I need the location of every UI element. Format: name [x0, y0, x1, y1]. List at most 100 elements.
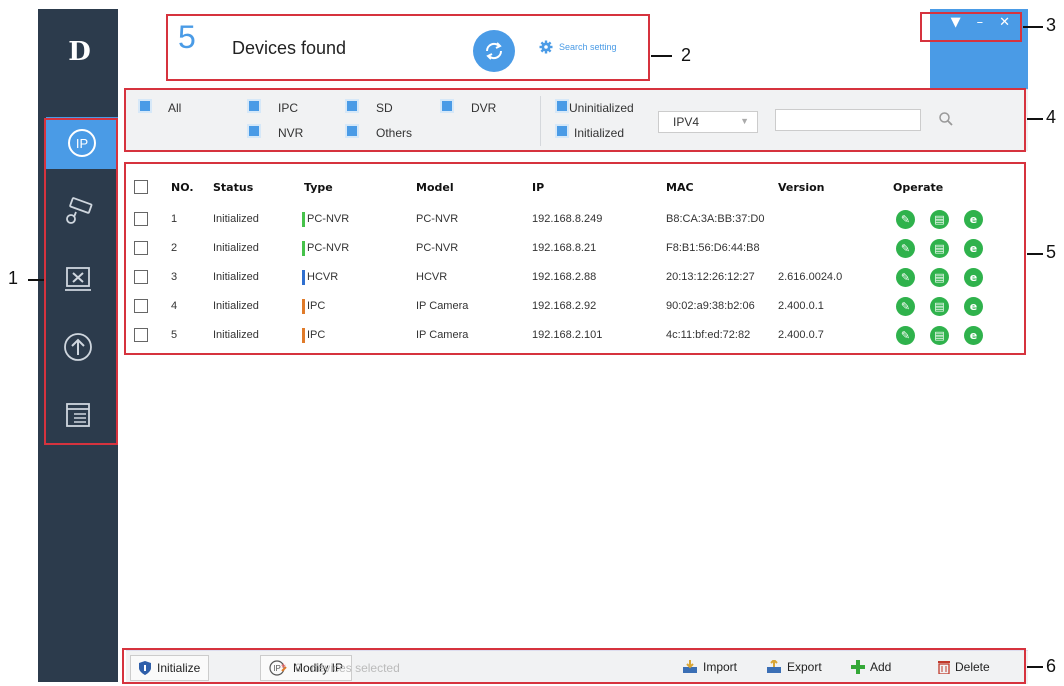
annotation-label-1: 1	[8, 268, 19, 288]
cell-model: IP Camera	[416, 329, 469, 341]
ip-version-value: IPV4	[673, 115, 700, 129]
table-row[interactable]: 3 Initialized HCVR HCVR 192.168.2.88 20:13:12…	[126, 265, 1026, 291]
filter-others-checkbox[interactable]	[345, 124, 359, 138]
filter-initialized-label: Initialized	[574, 126, 625, 140]
minimize-icon[interactable]: –	[977, 15, 984, 30]
sidebar-item-tools[interactable]	[48, 253, 108, 305]
filter-bar: All IPC SD DVR NVR Others Uninitialized …	[126, 89, 1028, 151]
cell-no: 5	[171, 329, 178, 341]
export-button[interactable]: Export	[766, 660, 822, 674]
edit-icon[interactable]: ✎	[896, 268, 915, 287]
cell-type: PC-NVR	[307, 242, 350, 254]
browser-icon[interactable]: e	[964, 239, 983, 258]
annotation-leader-1	[28, 279, 44, 281]
search-input[interactable]	[775, 109, 921, 131]
type-color-marker	[302, 328, 305, 343]
filter-initialized-checkbox[interactable]	[555, 124, 569, 138]
col-status[interactable]: Status	[213, 181, 253, 194]
annotation-leader-2	[651, 55, 672, 57]
browser-icon[interactable]: e	[964, 326, 983, 345]
cell-status: Initialized	[213, 300, 259, 312]
add-button[interactable]: Add	[851, 660, 891, 674]
cell-type: HCVR	[307, 271, 339, 283]
search-setting-link[interactable]: Search setting	[539, 40, 617, 54]
table-row[interactable]: 5 Initialized IPC IP Camera 192.168.2.101 4c:…	[126, 323, 1026, 349]
select-all-checkbox[interactable]	[134, 180, 148, 194]
sidebar-item-upgrade[interactable]	[48, 321, 108, 373]
row-checkbox[interactable]	[134, 328, 148, 342]
cell-model: IP Camera	[416, 300, 469, 312]
cell-type: IPC	[307, 300, 326, 312]
export-icon	[767, 660, 781, 673]
refresh-button[interactable]	[473, 30, 515, 72]
table-row[interactable]: 1 Initialized PC-NVR PC-NVR 192.168.8.249 B8:…	[126, 207, 1026, 233]
filter-uninitialized-checkbox[interactable]	[555, 99, 569, 113]
required-star: *	[281, 661, 286, 675]
import-label: Import	[703, 660, 738, 674]
annotation-label-2: 2	[681, 45, 692, 65]
browser-icon[interactable]: e	[964, 297, 983, 316]
cell-no: 1	[171, 213, 178, 225]
col-operate[interactable]: Operate	[893, 181, 943, 194]
search-icon[interactable]	[938, 111, 954, 127]
filter-all-checkbox[interactable]	[138, 99, 152, 113]
device-web-icon[interactable]: ▤	[930, 239, 949, 258]
col-model[interactable]: Model	[416, 181, 454, 194]
filter-ipc-label: IPC	[278, 101, 299, 115]
sidebar-item-device-config[interactable]	[48, 185, 108, 237]
window-controls: ▼ – ✕	[951, 15, 1010, 30]
cell-mac: B8:CA:3A:BB:37:D0	[666, 213, 765, 225]
delete-button[interactable]: Delete	[938, 660, 990, 674]
col-type[interactable]: Type	[304, 181, 333, 194]
device-web-icon[interactable]: ▤	[930, 268, 949, 287]
row-checkbox[interactable]	[134, 212, 148, 226]
selected-label: devices selected	[311, 661, 400, 675]
browser-icon[interactable]: e	[964, 210, 983, 229]
edit-icon[interactable]: ✎	[896, 210, 915, 229]
sidebar-item-device-list[interactable]	[48, 389, 108, 441]
cell-no: 4	[171, 300, 178, 312]
filter-dvr-checkbox[interactable]	[440, 99, 454, 113]
cell-ip: 192.168.2.88	[532, 271, 597, 283]
filter-sd-checkbox[interactable]	[345, 99, 359, 113]
table-row[interactable]: 2 Initialized PC-NVR PC-NVR 192.168.8.21 F8:B…	[126, 236, 1026, 262]
chevron-down-icon: ▼	[740, 116, 749, 126]
col-no[interactable]: NO.	[171, 181, 194, 194]
ip-version-select[interactable]: IPV4 ▼	[658, 111, 758, 133]
initialize-button[interactable]: Initialize	[130, 655, 210, 681]
device-web-icon[interactable]: ▤	[930, 297, 949, 316]
edit-icon[interactable]: ✎	[896, 239, 915, 258]
cell-type: PC-NVR	[307, 213, 350, 225]
cell-mac: 90:02:a9:38:b2:06	[666, 300, 755, 312]
tools-icon	[65, 267, 91, 291]
selection-status: * 0 devices selected	[281, 661, 400, 675]
row-checkbox[interactable]	[134, 270, 148, 284]
menu-dropdown-icon[interactable]: ▼	[951, 15, 961, 30]
annotation-label-6: 6	[1046, 656, 1057, 676]
devices-found-label: Devices found	[232, 38, 347, 58]
filter-ipc-checkbox[interactable]	[247, 99, 261, 113]
cell-version: 2.616.0024.0	[778, 271, 843, 283]
row-checkbox[interactable]	[134, 241, 148, 255]
row-checkbox[interactable]	[134, 299, 148, 313]
device-web-icon[interactable]: ▤	[930, 326, 949, 345]
col-mac[interactable]: MAC	[666, 181, 694, 194]
table-row[interactable]: 4 Initialized IPC IP Camera 192.168.2.92 90:0…	[126, 294, 1026, 320]
import-button[interactable]: Import	[682, 660, 737, 674]
svg-text:IP: IP	[76, 136, 88, 151]
col-ip[interactable]: IP	[532, 181, 544, 194]
browser-icon[interactable]: e	[964, 268, 983, 287]
filter-sd-label: SD	[376, 101, 393, 115]
sidebar: D IP	[38, 9, 118, 682]
sidebar-item-ip-search[interactable]: IP	[46, 117, 118, 169]
edit-icon[interactable]: ✎	[896, 326, 915, 345]
edit-icon[interactable]: ✎	[896, 297, 915, 316]
cell-model: PC-NVR	[416, 242, 459, 254]
device-web-icon[interactable]: ▤	[930, 210, 949, 229]
cell-mac: F8:B1:56:D6:44:B8	[666, 242, 760, 254]
annotation-leader-3	[1023, 26, 1043, 28]
col-version[interactable]: Version	[778, 181, 825, 194]
filter-nvr-checkbox[interactable]	[247, 124, 261, 138]
cell-status: Initialized	[213, 329, 259, 341]
close-icon[interactable]: ✕	[999, 15, 1010, 30]
